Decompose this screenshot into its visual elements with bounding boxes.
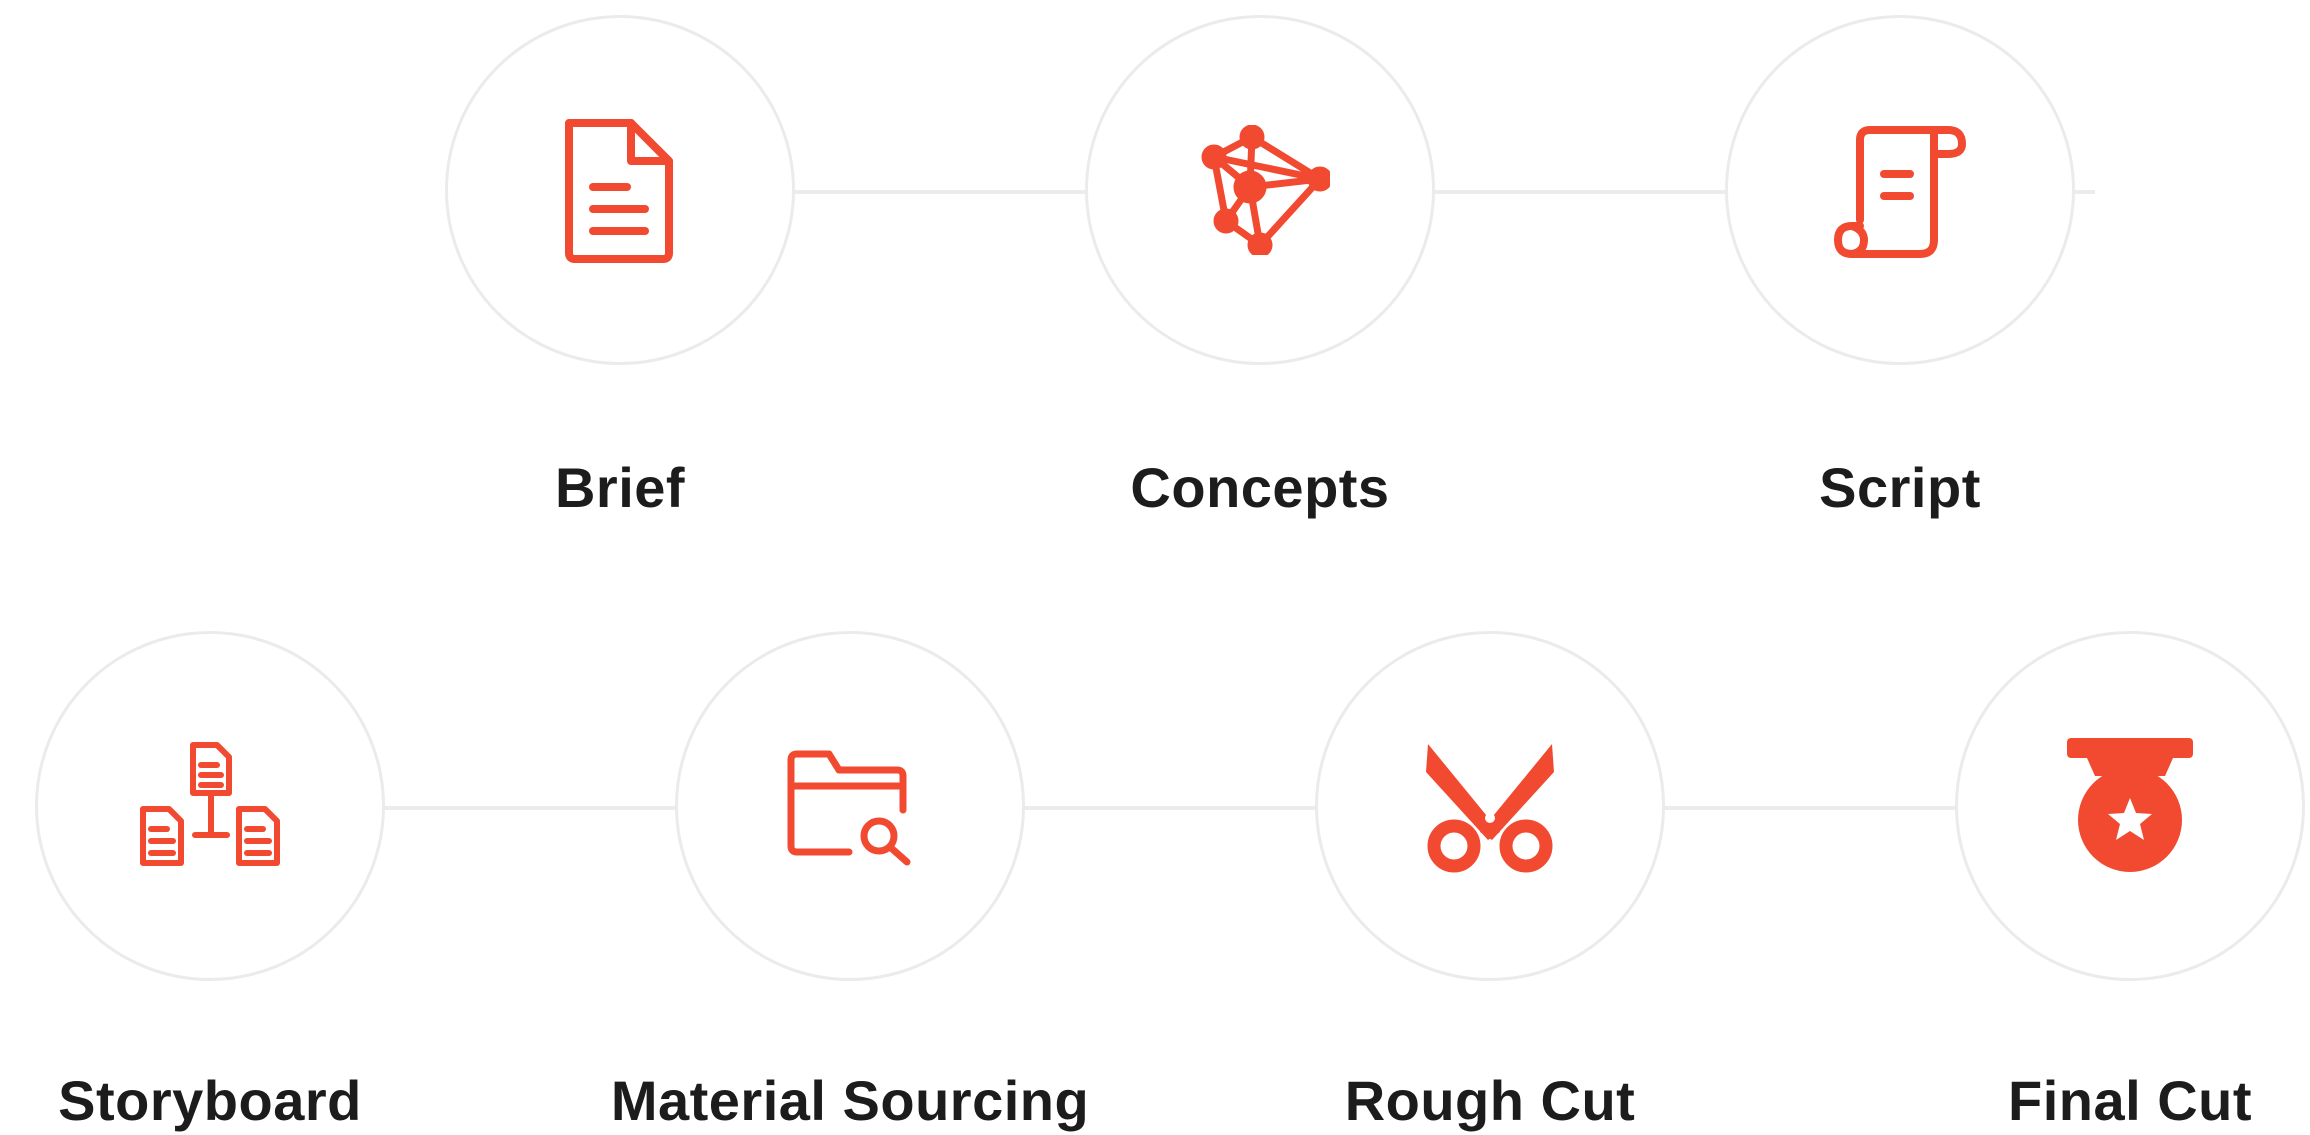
step-material-sourcing[interactable] — [675, 631, 1025, 981]
step-label-material-sourcing: Material Sourcing — [610, 1069, 1090, 1132]
folder-search-icon — [785, 746, 915, 866]
step-storyboard[interactable] — [35, 631, 385, 981]
step-label-storyboard: Storyboard — [58, 1069, 362, 1132]
step-rough-cut[interactable] — [1315, 631, 1665, 981]
medal-icon — [2065, 736, 2195, 876]
scissors-icon — [1420, 736, 1560, 876]
step-concepts[interactable] — [1085, 15, 1435, 365]
document-icon — [555, 115, 685, 265]
step-script[interactable] — [1725, 15, 2075, 365]
connector-line — [1025, 806, 1315, 810]
connector-line — [1435, 190, 1725, 194]
hierarchy-documents-icon — [135, 741, 285, 871]
step-final-cut[interactable] — [1955, 631, 2305, 981]
connector-line — [385, 806, 675, 810]
connector-line — [2075, 190, 2095, 194]
step-label-rough-cut: Rough Cut — [1344, 1069, 1636, 1132]
step-label-final-cut: Final Cut — [2007, 1069, 2253, 1132]
step-label-script: Script — [1819, 456, 1981, 519]
step-brief[interactable] — [445, 15, 795, 365]
scroll-icon — [1830, 120, 1970, 260]
connector-line — [1665, 806, 1955, 810]
step-label-concepts: Concepts — [1130, 456, 1390, 519]
connector-line — [795, 190, 1085, 194]
network-icon — [1190, 125, 1330, 255]
step-label-brief: Brief — [554, 456, 686, 519]
